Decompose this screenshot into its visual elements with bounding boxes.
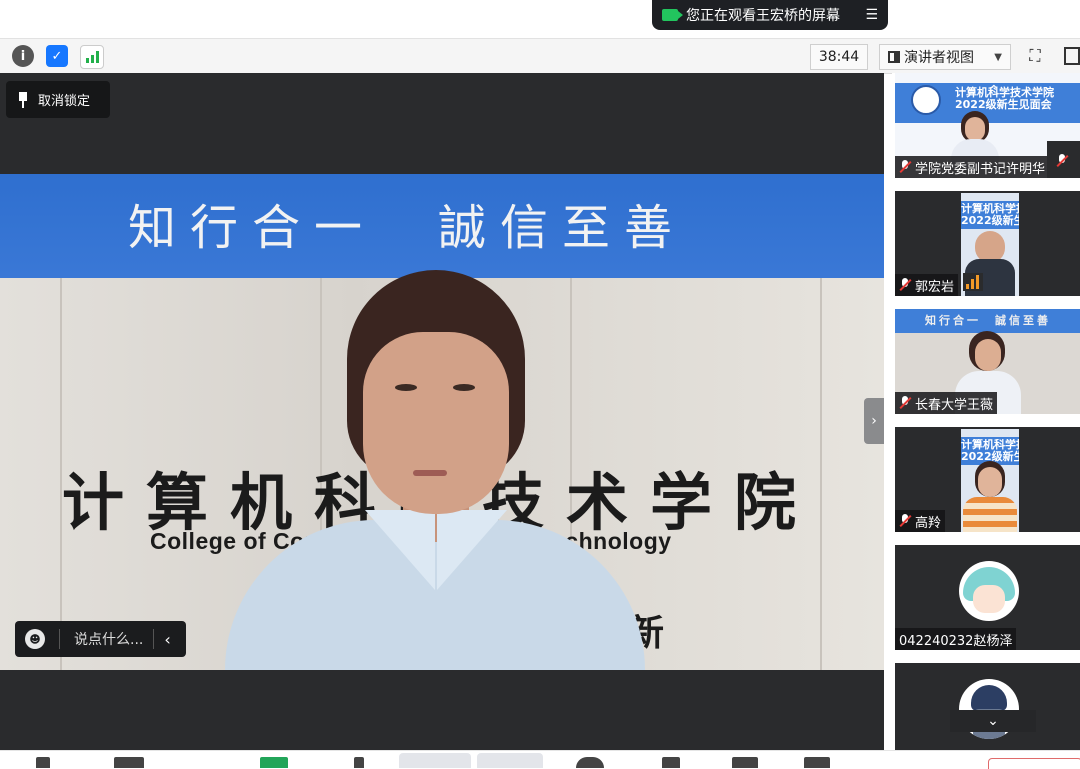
chevron-left-icon[interactable]: ‹: [164, 630, 170, 649]
hand-icon[interactable]: [662, 757, 680, 768]
mute-toggle[interactable]: [1047, 141, 1080, 178]
meeting-toolbar: i ✓ 38:44 演讲者视图 ▼ ⛶: [0, 38, 1080, 74]
tile-banner-text: 计算机科学技2022级新生见: [961, 439, 1019, 463]
list-icon[interactable]: ☰: [865, 7, 878, 23]
screen-share-banner[interactable]: 您正在观看王宏桥的屏幕 ☰: [652, 0, 888, 30]
speaker-video: 知行合一 誠信至善 计算机科学技术学院 College of Computer …: [0, 174, 884, 670]
participants-icon[interactable]: [354, 757, 364, 768]
camera-icon: [662, 9, 683, 21]
mic-muted-icon: [899, 278, 911, 292]
mic-muted-icon: [899, 160, 911, 174]
avatar: [959, 561, 1019, 621]
participant-name-tag: 042240232赵杨泽: [895, 628, 1017, 650]
view-mode-label: 演讲者视图: [904, 50, 974, 66]
participant-name-tag: 学院党委副书记许明华: [895, 156, 1050, 178]
participant-name: 高羚: [915, 515, 942, 531]
info-icon[interactable]: i: [12, 45, 34, 67]
meeting-timer: 38:44: [810, 44, 868, 70]
participant-tile[interactable]: 计算机科学技2022级新生见 高羚: [895, 427, 1080, 532]
mic-muted-icon: [899, 396, 911, 410]
fullscreen-icon[interactable]: ⛶: [1024, 45, 1046, 67]
speaker-view-icon: [888, 51, 900, 63]
view-mode-select[interactable]: 演讲者视图 ▼: [879, 44, 1011, 70]
screen-share-text: 您正在观看王宏桥的屏幕: [686, 8, 840, 24]
participant-name-tag: 郭宏岩: [895, 274, 959, 296]
participant-name: 郭宏岩: [915, 279, 955, 295]
participant-gallery: 计算机科学技术学院2022级新生见面会 ⌃ 学院党委副书记许明华 计算机科学技2…: [892, 73, 1080, 750]
main-video-area: 取消锁定 知行合一 誠信至善 计算机科学技术学院 College of Comp…: [0, 73, 884, 750]
speaker-person: [225, 270, 645, 670]
chevron-down-icon[interactable]: ⌄: [950, 710, 1036, 732]
mic-muted-icon: [1056, 154, 1068, 168]
collapse-gallery-button[interactable]: ›: [864, 398, 884, 444]
mic-icon[interactable]: [36, 757, 50, 768]
participant-name-tag: 长春大学王薇: [895, 392, 998, 414]
participant-name: 042240232赵杨泽: [899, 633, 1013, 649]
top-bar: 您正在观看王宏桥的屏幕 ☰: [0, 0, 1080, 38]
tile-banner-text: 计算机科学技术学院 2022级新生见面会: [955, 86, 1054, 111]
participant-name-tag: 高羚: [895, 510, 946, 532]
video-icon[interactable]: [114, 757, 144, 768]
chat-placeholder[interactable]: 说点什么...: [74, 629, 143, 649]
tile-banner-text: 知行合一 誠信至善: [925, 314, 1051, 327]
share-screen-icon[interactable]: [260, 757, 288, 768]
manage-participants-icon[interactable]: [399, 753, 471, 768]
unpin-button[interactable]: 取消锁定: [6, 81, 110, 118]
leave-meeting-button[interactable]: [988, 758, 1080, 769]
participant-tile[interactable]: 知行合一 誠信至善 长春大学王薇: [895, 309, 1080, 414]
tile-banner-text: 计算机科学技2022级新生见: [961, 203, 1019, 227]
participant-tile[interactable]: 计算机科学技术学院 2022级新生见面会 ⌃ 学院党委副书记许明华: [895, 73, 1080, 178]
signal-bars-icon[interactable]: [80, 45, 104, 69]
participant-tile[interactable]: [895, 663, 1080, 750]
chat-icon[interactable]: [477, 753, 543, 768]
speaking-indicator-icon: [963, 273, 983, 291]
window-icon[interactable]: [1064, 47, 1080, 65]
slogan-banner: 知行合一 誠信至善: [0, 174, 884, 278]
chevron-down-icon: ▼: [994, 51, 1002, 63]
settings-icon[interactable]: [804, 757, 830, 768]
participant-tile[interactable]: 计算机科学技2022级新生见 郭宏岩: [895, 191, 1080, 296]
chat-input[interactable]: ☻ 说点什么... ‹: [15, 621, 186, 657]
bottom-toolbar: [0, 750, 1080, 769]
pin-icon: [18, 91, 28, 108]
participant-name: 长春大学王薇: [915, 397, 994, 413]
participant-tile[interactable]: 042240232赵杨泽: [895, 545, 1080, 650]
record-icon[interactable]: [576, 757, 604, 768]
emoji-icon[interactable]: ☻: [25, 629, 45, 649]
mic-muted-icon: [899, 514, 911, 528]
slogan-text: 知行合一 誠信至善: [128, 200, 687, 256]
chevron-up-icon[interactable]: ⌃: [988, 83, 1000, 99]
unpin-label: 取消锁定: [38, 94, 91, 109]
participant-name: 学院党委副书记许明华: [915, 161, 1046, 177]
apps-icon[interactable]: [732, 757, 758, 768]
shield-icon[interactable]: ✓: [46, 45, 68, 67]
